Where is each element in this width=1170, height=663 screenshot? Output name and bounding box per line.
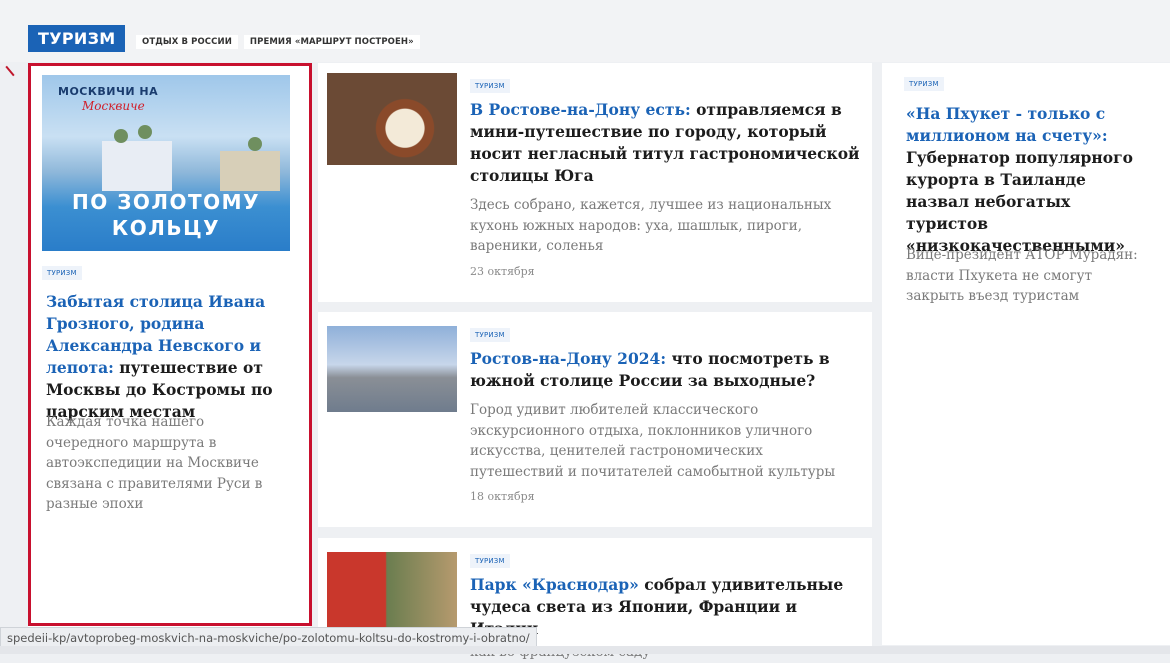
featured-article-card[interactable]: МОСКВИЧИ НА Москвиче ПО ЗОЛОТОМУ КОЛЬЦУ … [28,63,310,633]
section-label[interactable]: ТУРИЗМ [28,25,126,52]
banner-subtitle: Москвиче [82,99,145,113]
article-card[interactable]: ТУРИЗМ В Ростове-на-Дону есть: отправляе… [318,63,872,302]
dome-icon [248,137,262,151]
subnav-link-rest-in-russia[interactable]: ОТДЫХ В РОССИИ [136,35,238,49]
headline-highlight[interactable]: Ростов-на-Дону 2024: [470,349,666,368]
article-date: 23 октября [470,264,535,278]
banner-title: МОСКВИЧИ НА [58,85,159,98]
article-tag[interactable]: ТУРИЗМ [470,554,510,568]
subnav-link-award[interactable]: ПРЕМИЯ «МАРШРУТ ПОСТРОЕН» [243,35,420,49]
article-thumbnail[interactable] [327,552,457,634]
article-tag[interactable]: ТУРИЗМ [42,266,82,280]
article-lead: Каждая точка нашего очередного маршрута … [46,414,263,512]
church-illustration-secondary [220,151,280,191]
article-lead: Здесь собрано, кажется, лучшее из национ… [470,197,832,254]
section-subnav: ОТДЫХ В РОССИИ ПРЕМИЯ «МАРШРУТ ПОСТРОЕН» [136,35,420,49]
article-card[interactable]: ТУРИЗМ Ростов-на-Дону 2024: что посмотре… [318,312,872,527]
headline-highlight[interactable]: «На Пхукет - только с миллионом на счету… [906,104,1108,145]
banner-main-text: ПО ЗОЛОТОМУ КОЛЬЦУ [72,190,260,240]
article-date: 18 октября [470,490,535,503]
bottom-strip [0,646,1170,654]
article-lead: Вице-президент АТОР Мурадян: власти Пхук… [906,247,1138,304]
article-thumbnail[interactable] [327,73,457,165]
top-bar [0,0,1170,62]
article-tag[interactable]: ТУРИЗМ [904,77,944,91]
church-illustration [102,141,172,191]
article-headline[interactable]: «На Пхукет - только с миллионом на счету… [906,103,1146,257]
side-article-card[interactable]: ТУРИЗМ «На Пхукет - только с миллионом н… [882,63,1170,645]
headline-highlight[interactable]: В Ростове-на-Дону есть: [470,100,691,119]
annotation-mark [5,65,15,77]
article-tag[interactable]: ТУРИЗМ [470,79,510,93]
headline-rest[interactable]: Губернатор популярного курорта в Таиланд… [906,148,1133,255]
dome-icon [138,125,152,139]
article-tag[interactable]: ТУРИЗМ [470,328,510,342]
article-headline[interactable]: Ростов-на-Дону 2024: что посмотреть в юж… [470,348,860,392]
article-headline[interactable]: Забытая столица Ивана Грозного, родина А… [46,291,286,423]
dome-icon [114,129,128,143]
article-lead: Город удивит любителей классического экс… [470,402,836,480]
article-headline[interactable]: В Ростове-на-Дону есть: отправляемся в м… [470,99,860,187]
headline-highlight[interactable]: Парк «Краснодар» [470,575,639,594]
featured-article-image[interactable]: МОСКВИЧИ НА Москвиче ПО ЗОЛОТОМУ КОЛЬЦУ [42,75,290,251]
article-thumbnail[interactable] [327,326,457,412]
